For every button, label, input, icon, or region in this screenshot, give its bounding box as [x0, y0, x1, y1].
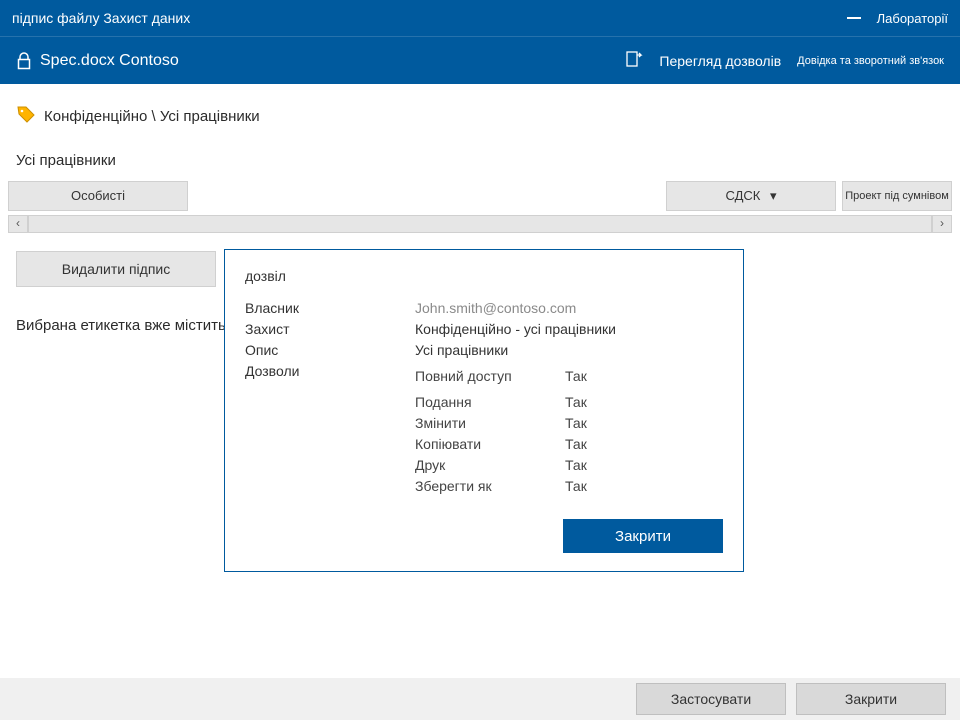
perm-row: Зберегти якТак — [415, 478, 723, 494]
protection-label: Захист — [245, 321, 415, 337]
perm-key: Подання — [415, 394, 565, 410]
chevron-down-icon: ▾ — [770, 182, 777, 210]
remove-label-button[interactable]: Видалити підпис — [16, 251, 216, 287]
tag-icon — [16, 104, 36, 128]
section-title: Усі працівники — [16, 152, 944, 169]
protection-value: Конфіденційно - усі працівники — [415, 321, 723, 337]
titlebar-controls: Лабораторії — [847, 11, 948, 26]
apply-button[interactable]: Застосувати — [636, 683, 786, 715]
perm-val: Так — [565, 394, 625, 410]
label-scrollbar: ‹ › — [8, 215, 952, 233]
help-feedback-link[interactable]: Довідка та зворотний зв'язок — [797, 55, 944, 67]
titlebar: підпис файлу Захист даних Лабораторії — [0, 0, 960, 36]
lock-icon — [16, 52, 32, 70]
permissions-list: ПоданняТак ЗмінитиТак КопіюватиТак ДрукТ… — [415, 394, 723, 494]
perm-key: Друк — [415, 457, 565, 473]
note-text: Вибрана етикетка вже містить — [16, 317, 226, 334]
perm-key: Змінити — [415, 415, 565, 431]
perm-key: Повний доступ — [415, 368, 565, 384]
perm-val: Так — [565, 415, 625, 431]
permissions-first: Повний доступТак — [415, 363, 723, 389]
label-chip-text: Проект під сумнівом — [845, 190, 949, 202]
breadcrumb: Конфіденційно \ Усі працівники — [16, 104, 944, 128]
label-chip-text: Особисті — [71, 188, 125, 203]
perm-row: ПоданняТак — [415, 394, 723, 410]
breadcrumb-text: Конфіденційно \ Усі працівники — [44, 108, 260, 125]
perm-row: КопіюватиТак — [415, 436, 723, 452]
view-permissions-icon[interactable] — [625, 50, 643, 71]
scroll-track[interactable] — [28, 215, 932, 233]
perm-val: Так — [565, 436, 625, 452]
scroll-right-button[interactable]: › — [932, 215, 952, 233]
label-chip-sdsk[interactable]: СДСК ▾ — [666, 181, 836, 211]
owner-label: Власник — [245, 300, 415, 316]
view-permissions-link[interactable]: Перегляд дозволів — [659, 53, 781, 69]
dialog-heading: дозвіл — [245, 268, 723, 284]
perm-key: Зберегти як — [415, 478, 565, 494]
owner-value: John.smith@contoso.com — [415, 300, 723, 316]
filename: Spec.docx Contoso — [40, 52, 179, 70]
dialog-close-button[interactable]: Закрити — [563, 519, 723, 553]
description-value: Усі працівники — [415, 342, 723, 358]
titlebar-title: підпис файлу Захист даних — [12, 10, 190, 26]
footer: Застосувати Закрити — [0, 678, 960, 720]
subheader: Spec.docx Contoso Перегляд дозволів Дові… — [0, 36, 960, 84]
perm-row: ДрукТак — [415, 457, 723, 473]
label-chip-text: СДСК — [725, 188, 760, 203]
label-chip-project[interactable]: Проект під сумнівом — [842, 181, 952, 211]
perm-val: Так — [565, 478, 625, 494]
perm-val: Так — [565, 457, 625, 473]
description-label: Опис — [245, 342, 415, 358]
perm-row: ЗмінитиТак — [415, 415, 723, 431]
perm-key: Копіювати — [415, 436, 565, 452]
content-area: Конфіденційно \ Усі працівники Усі праці… — [0, 84, 960, 678]
perm-val: Так — [565, 368, 625, 384]
scroll-left-button[interactable]: ‹ — [8, 215, 28, 233]
labels-row: Особисті СДСК ▾ Проект під сумнівом — [8, 181, 952, 211]
lab-link[interactable]: Лабораторії — [877, 11, 948, 26]
close-button[interactable]: Закрити — [796, 683, 946, 715]
minimize-icon[interactable] — [847, 17, 861, 19]
label-chip-personal[interactable]: Особисті — [8, 181, 188, 211]
permissions-label: Дозволи — [245, 363, 415, 389]
permissions-dialog: дозвіл Власник John.smith@contoso.com За… — [224, 249, 744, 572]
